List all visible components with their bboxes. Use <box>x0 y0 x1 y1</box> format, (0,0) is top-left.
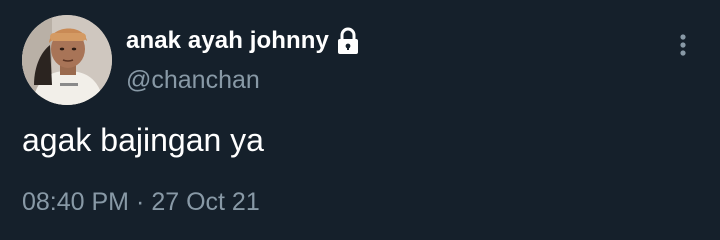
meta-separator: · <box>136 188 145 216</box>
tweet-text: agak bajingan ya <box>22 122 264 158</box>
avatar-photo <box>22 15 112 105</box>
tweet-card: anak ayah johnny @chanchan agak bajingan… <box>0 0 720 240</box>
tweet-timestamp: 08:40 PM · 27 Oct 21 <box>22 188 260 217</box>
display-name[interactable]: anak ayah johnny <box>126 27 329 55</box>
user-handle[interactable]: @chanchan <box>126 66 260 95</box>
display-name-row[interactable]: anak ayah johnny <box>126 24 361 58</box>
lock-icon <box>335 26 361 56</box>
avatar[interactable] <box>22 15 112 105</box>
tweet-date[interactable]: 27 Oct 21 <box>151 188 259 217</box>
tweet-time[interactable]: 08:40 PM <box>22 188 129 217</box>
more-vertical-icon[interactable] <box>669 29 697 61</box>
